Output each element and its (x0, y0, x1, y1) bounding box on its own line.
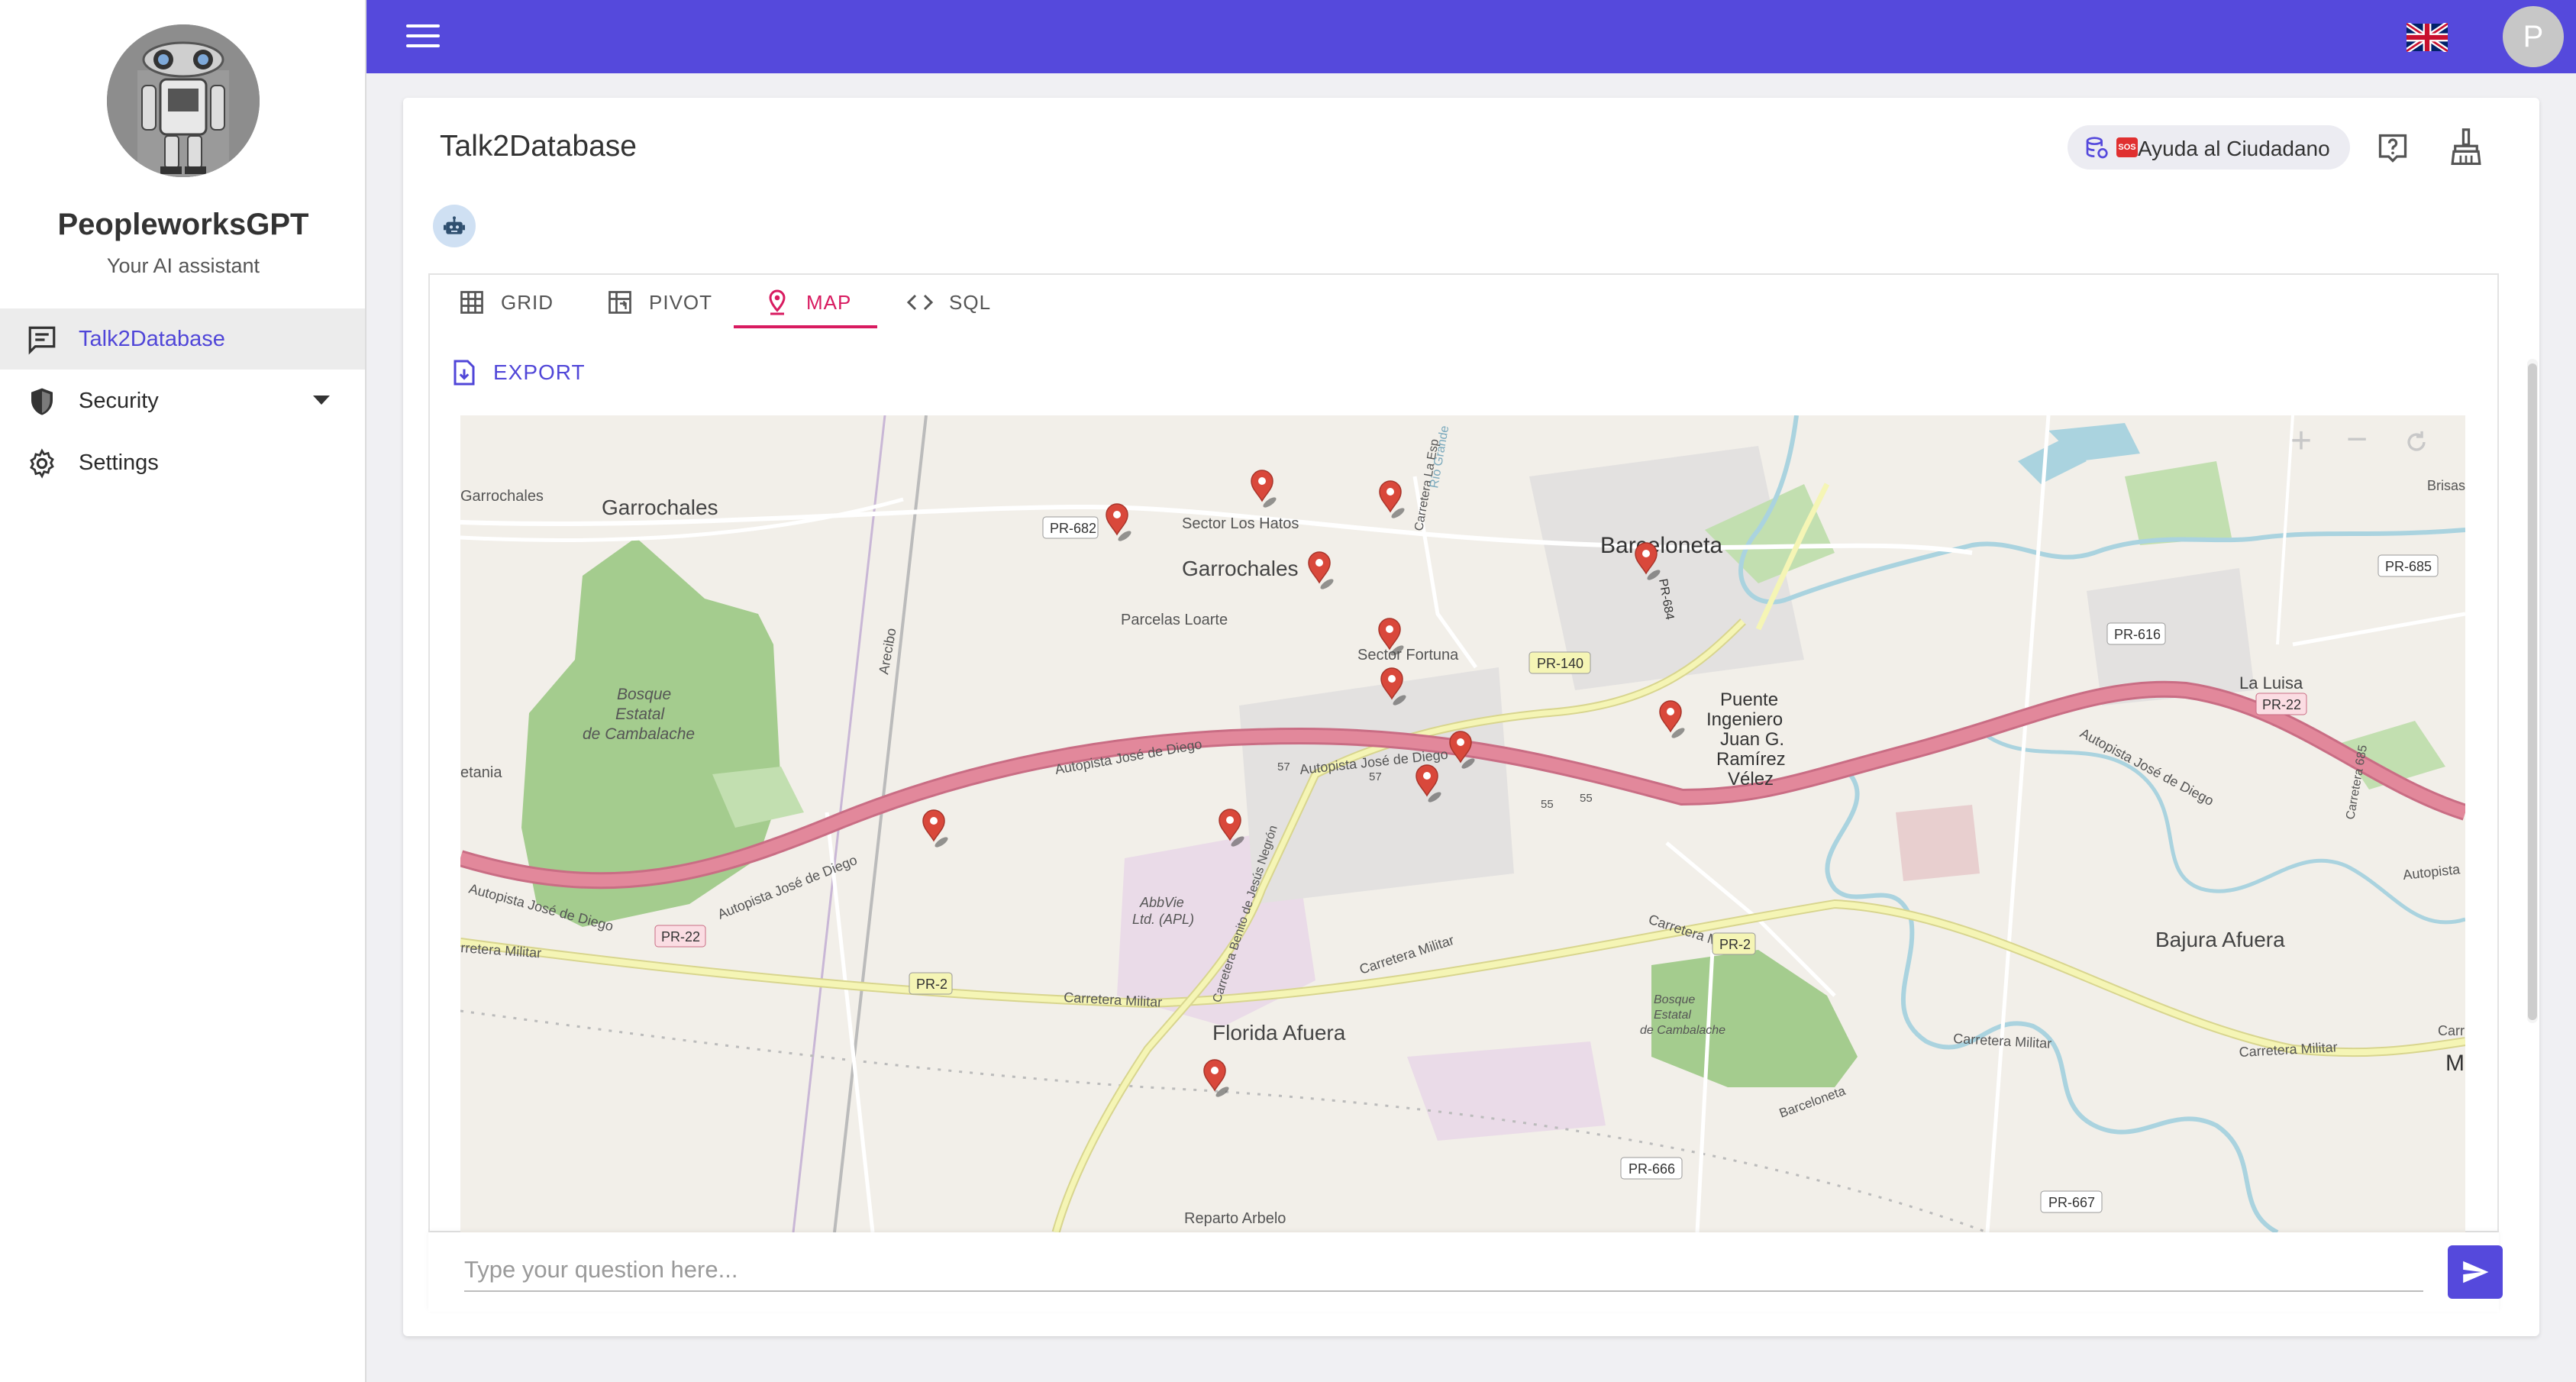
bot-avatar[interactable] (433, 205, 476, 247)
urban-area (1896, 805, 1980, 881)
map-label: Parcelas Loarte (1121, 612, 1228, 628)
chevron-down-icon[interactable] (313, 396, 330, 405)
datasource-label: Ayuda al Ciudadano (2138, 137, 2330, 160)
industrial-area (1407, 1041, 1606, 1141)
map-label: Sector Fortuna (1357, 647, 1459, 664)
sidebar-item-security[interactable]: Security (0, 370, 365, 431)
sidebar-item-settings[interactable]: Settings (0, 432, 365, 493)
pivot-icon (608, 291, 631, 314)
app-subtitle: Your AI assistant (106, 254, 260, 277)
map-label: Garrochales (1182, 557, 1299, 580)
tab-label: MAP (806, 290, 852, 314)
map-label: Estatal (1654, 1009, 1691, 1022)
robot-icon (444, 216, 465, 234)
sos-badge-icon: SOS (2116, 137, 2138, 157)
map-label: Bajura Afuera (2155, 928, 2285, 951)
map-label: Florida Afuera (1212, 1021, 1346, 1045)
export-label: EXPORT (493, 360, 586, 384)
page-title: Talk2Database (440, 130, 637, 163)
top-app-bar: P (366, 0, 2576, 73)
zoom-out-button[interactable]: − (2346, 418, 2368, 460)
tab-label: SQL (949, 290, 992, 314)
broom-icon[interactable] (2449, 128, 2483, 166)
map-label: Carr (2438, 1023, 2465, 1038)
map-label: Vélez (1728, 769, 1774, 789)
map-label: etania (460, 764, 502, 781)
map-label: Sector Los Hatos (1182, 515, 1299, 532)
tab-pivot[interactable]: PIVOT (606, 276, 712, 328)
route-shield-label: PR-682 (1050, 521, 1096, 536)
map-label: Ramírez (1716, 749, 1786, 770)
map-label: M (2445, 1051, 2465, 1076)
grid-icon (460, 291, 483, 314)
map-label: de Cambalache (583, 725, 695, 743)
route-shield-label: PR-2 (1719, 937, 1751, 952)
map-label: 57 (1369, 770, 1382, 783)
route-shield-label: PR-140 (1537, 656, 1583, 671)
route-shield-label: PR-22 (661, 929, 700, 944)
map-label: Ltd. (APL) (1132, 912, 1194, 927)
tab-grid[interactable]: GRID (458, 276, 554, 328)
map-label: Barceloneta (1600, 533, 1722, 558)
tab-sql[interactable]: SQL (906, 276, 991, 328)
datasource-chip[interactable]: SOS Ayuda al Ciudadano (2068, 125, 2350, 170)
route-shield-label: PR-685 (2385, 559, 2432, 574)
app-avatar (107, 24, 260, 177)
map-label: 55 (1541, 798, 1554, 811)
tab-label: GRID (501, 290, 554, 314)
map-label: Bosque (617, 686, 671, 703)
map-label: Garrochales (460, 488, 544, 505)
map-label: Bosque (1654, 993, 1695, 1006)
tab-map[interactable]: MAP (763, 276, 851, 328)
code-icon (906, 294, 934, 311)
map-label: Reparto Arbelo (1184, 1210, 1286, 1227)
route-shield-label: PR-616 (2114, 627, 2161, 642)
route-shield-label: PR-2 (916, 977, 947, 992)
map-label: Ingeniero (1706, 709, 1783, 730)
route-shield-label: PR-667 (2048, 1195, 2095, 1210)
zoom-in-button[interactable]: + (2290, 420, 2312, 462)
map-canvas[interactable]: Garrochales Garrochales Garrochales Sect… (460, 415, 2465, 1232)
app-name: PeopleworksGPT (57, 208, 309, 241)
map-label: Garrochales (602, 496, 718, 519)
chat-icon (28, 326, 56, 355)
database-icon (2086, 137, 2108, 159)
sidebar-item-talk2database[interactable]: Talk2Database (0, 308, 365, 370)
scrollbar-thumb[interactable] (2528, 363, 2537, 1020)
route-shield-label: PR-666 (1629, 1161, 1675, 1177)
map-label: Puente (1720, 689, 1778, 710)
hamburger-icon[interactable] (406, 24, 440, 50)
shield-icon (31, 388, 53, 415)
question-input[interactable] (464, 1249, 2423, 1292)
help-icon[interactable] (2376, 131, 2410, 165)
map-label: Estatal (615, 706, 666, 723)
uk-flag-icon[interactable] (2407, 23, 2448, 52)
robot-icon (107, 24, 260, 177)
map-label: Brisas (2427, 478, 2465, 493)
send-button[interactable] (2448, 1245, 2503, 1299)
file-download-icon (454, 360, 475, 386)
map-label: Juan G. (1720, 729, 1784, 750)
map-pin-icon (769, 289, 786, 315)
urban-area (1239, 667, 1514, 904)
reset-view-icon[interactable] (2403, 429, 2429, 455)
tab-label: PIVOT (649, 290, 713, 314)
map-label: La Luisa (2239, 673, 2303, 693)
sidebar-item-label: Security (79, 388, 159, 413)
user-avatar[interactable]: P (2503, 6, 2564, 67)
gear-icon (30, 448, 54, 479)
route-shield-label: PR-22 (2262, 697, 2301, 712)
map-label: 57 (1277, 760, 1290, 773)
export-button[interactable]: EXPORT (452, 356, 586, 389)
sidebar-item-label: Talk2Database (79, 326, 225, 351)
send-icon (2463, 1261, 2489, 1284)
map-label: AbbVie (1139, 895, 1184, 910)
sidebar: PeopleworksGPT Your AI assistant Talk2Da… (0, 0, 366, 1382)
active-tab-indicator (734, 325, 877, 328)
map-label: 55 (1580, 792, 1593, 805)
map-label: de Cambalache (1640, 1024, 1725, 1037)
map-view[interactable]: Garrochales Garrochales Garrochales Sect… (460, 415, 2465, 1232)
park-area (2125, 461, 2232, 545)
sidebar-item-label: Settings (79, 450, 159, 475)
